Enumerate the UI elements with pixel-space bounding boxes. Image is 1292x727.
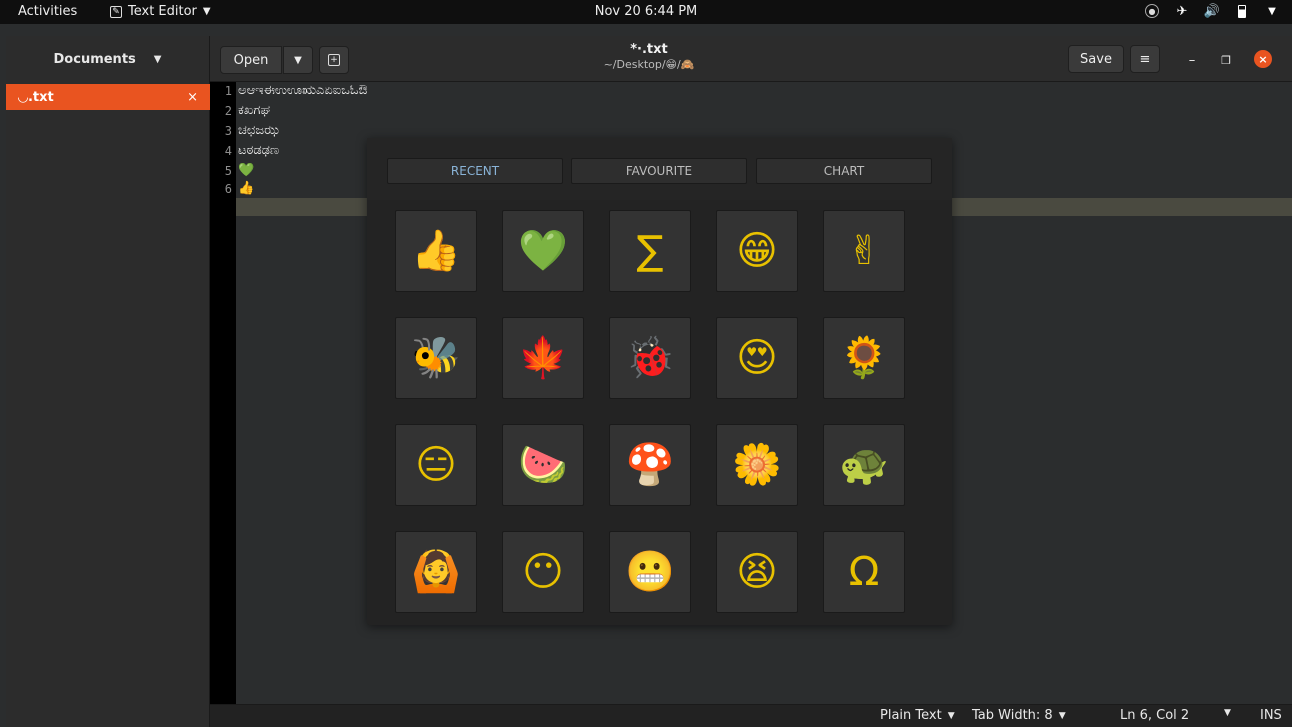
emoji-button[interactable]: 😫 bbox=[716, 531, 798, 613]
emoji-button[interactable]: 💚 bbox=[502, 210, 584, 292]
documents-sidebar: ◡.txt × bbox=[6, 82, 210, 727]
text-editor-icon: ✎ bbox=[110, 5, 122, 18]
save-label: Save bbox=[1080, 51, 1112, 67]
hamburger-icon: ≡ bbox=[1139, 51, 1151, 67]
emoji-button[interactable]: 😍 bbox=[716, 317, 798, 399]
tab-width-selector[interactable]: Tab Width: 8 ▼ bbox=[972, 708, 1066, 723]
document-name: ◡.txt bbox=[18, 89, 54, 105]
hamburger-menu-button[interactable]: ≡ bbox=[1130, 45, 1160, 73]
emoji-button[interactable]: 😁 bbox=[716, 210, 798, 292]
code-line: 👍 bbox=[238, 181, 255, 196]
emoji-picker: RECENT FAVOURITE CHART 👍 💚 ∑ 😁 ✌ 🐝 🍁 🐞 😍 🌻 😑 🍉 🍄 🌼 🐢 🙆 😶… bbox=[367, 138, 952, 625]
chevron-down-icon: ▼ bbox=[294, 54, 302, 66]
documents-header[interactable]: Documents ▼ bbox=[6, 36, 210, 82]
sidebar-document-item[interactable]: ◡.txt × bbox=[6, 84, 210, 110]
emoji-button[interactable]: 🐞 bbox=[609, 317, 691, 399]
line-number: 3 bbox=[224, 124, 232, 138]
app-name-label: Text Editor bbox=[128, 4, 197, 19]
tab-recent[interactable]: RECENT bbox=[387, 158, 563, 184]
language-label: Plain Text bbox=[880, 708, 942, 723]
chevron-down-icon: ▼ bbox=[153, 53, 162, 65]
language-selector[interactable]: Plain Text ▼ bbox=[880, 708, 955, 723]
chevron-down-icon: ▼ bbox=[202, 6, 211, 17]
code-line: ಚಛಜಝ bbox=[238, 123, 279, 138]
emoji-button[interactable]: 😬 bbox=[609, 531, 691, 613]
line-number: 2 bbox=[224, 104, 232, 118]
close-window-button[interactable]: × bbox=[1254, 50, 1272, 68]
system-tray[interactable]: ● ✈ 🔊 ▼ bbox=[1144, 3, 1280, 19]
line-number: 4 bbox=[224, 144, 232, 158]
line-number: 6 bbox=[224, 182, 232, 196]
emoji-button[interactable]: 🌻 bbox=[823, 317, 905, 399]
line-number-gutter: 1 2 3 4 5 6 bbox=[210, 82, 236, 704]
code-line: 💚 bbox=[238, 163, 255, 178]
emoji-button[interactable]: 🌼 bbox=[716, 424, 798, 506]
emoji-button[interactable]: 😑 bbox=[395, 424, 477, 506]
emoji-button[interactable]: 👍 bbox=[395, 210, 477, 292]
close-document-button[interactable]: × bbox=[187, 90, 198, 105]
top-bar: Activities ✎ Text Editor ▼ Nov 20 6:44 P… bbox=[0, 0, 1292, 24]
activities-button[interactable]: Activities bbox=[18, 4, 77, 19]
tab-chart[interactable]: CHART bbox=[756, 158, 932, 184]
emoji-button[interactable]: 😶 bbox=[502, 531, 584, 613]
new-tab-icon: + bbox=[328, 54, 340, 66]
airplane-mode-icon[interactable]: ✈ bbox=[1174, 3, 1190, 19]
close-icon: × bbox=[1258, 52, 1268, 66]
save-button[interactable]: Save bbox=[1068, 45, 1124, 73]
chevron-down-icon: ▼ bbox=[1224, 708, 1231, 718]
emoji-button[interactable]: 🍁 bbox=[502, 317, 584, 399]
tab-width-label: Tab Width: 8 bbox=[972, 708, 1053, 723]
emoji-button[interactable]: 🍉 bbox=[502, 424, 584, 506]
emoji-button[interactable]: 🐝 bbox=[395, 317, 477, 399]
code-line: ಟಠಡಢಣ bbox=[238, 143, 280, 158]
volume-icon[interactable]: 🔊 bbox=[1204, 3, 1220, 19]
cursor-position[interactable]: Ln 6, Col 2 bbox=[1120, 708, 1189, 723]
chevron-down-icon[interactable]: ▼ bbox=[1264, 3, 1280, 19]
status-bar: Plain Text ▼ Tab Width: 8 ▼ Ln 6, Col 2 … bbox=[210, 704, 1292, 727]
position-dropdown[interactable]: ▼ bbox=[1224, 708, 1231, 718]
open-label: Open bbox=[233, 52, 269, 68]
emoji-button[interactable]: Ω bbox=[823, 531, 905, 613]
code-line: ಅಆಇಈಉಊಋಎಏಐಒಓಔ bbox=[238, 83, 368, 98]
minimize-icon: – bbox=[1188, 52, 1196, 68]
emoji-button[interactable]: ✌ bbox=[823, 210, 905, 292]
header-bar: Documents ▼ Open ▼ + *·.txt ~/Desktop/😁/… bbox=[6, 36, 1292, 82]
documents-label: Documents bbox=[53, 51, 136, 67]
battery-icon[interactable] bbox=[1234, 3, 1250, 19]
insert-mode[interactable]: INS bbox=[1260, 708, 1282, 723]
emoji-tab-bar: RECENT FAVOURITE CHART bbox=[367, 138, 952, 200]
chevron-down-icon: ▼ bbox=[1058, 710, 1066, 721]
chevron-down-icon: ▼ bbox=[947, 710, 955, 721]
emoji-button[interactable]: ∑ bbox=[609, 210, 691, 292]
minimize-button[interactable]: – bbox=[1182, 50, 1202, 70]
input-method-icon[interactable]: ● bbox=[1144, 3, 1160, 19]
code-line: ಕಖಗಘ bbox=[238, 103, 271, 118]
app-menu[interactable]: ✎ Text Editor ▼ bbox=[110, 4, 211, 19]
emoji-button[interactable]: 🐢 bbox=[823, 424, 905, 506]
open-button[interactable]: Open bbox=[220, 46, 282, 74]
insert-mode-label: INS bbox=[1260, 708, 1282, 723]
open-dropdown-button[interactable]: ▼ bbox=[283, 46, 313, 74]
tab-favourite[interactable]: FAVOURITE bbox=[571, 158, 747, 184]
new-tab-button[interactable]: + bbox=[319, 46, 349, 74]
cursor-position-label: Ln 6, Col 2 bbox=[1120, 708, 1190, 723]
clock[interactable]: Nov 20 6:44 PM bbox=[595, 4, 698, 19]
restore-icon: ❐ bbox=[1221, 53, 1231, 67]
maximize-button[interactable]: ❐ bbox=[1216, 50, 1236, 70]
line-number: 1 bbox=[224, 84, 232, 98]
emoji-button[interactable]: 🙆 bbox=[395, 531, 477, 613]
line-number: 5 bbox=[224, 164, 232, 178]
activities-label: Activities bbox=[18, 4, 78, 19]
emoji-button[interactable]: 🍄 bbox=[609, 424, 691, 506]
